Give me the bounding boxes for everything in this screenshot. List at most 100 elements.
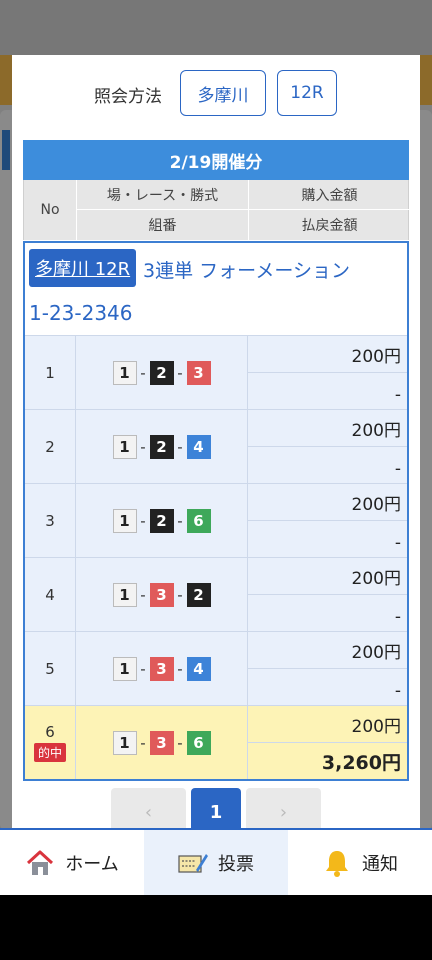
row-combination: 1- 2- 3	[76, 336, 248, 409]
row-no: 6 的中	[25, 706, 76, 779]
boat-number: 1	[112, 434, 137, 459]
payout-amount: -	[394, 385, 401, 405]
table-row: 2 1- 2- 4 200円 -	[25, 409, 407, 483]
dash: -	[140, 585, 146, 604]
prev-page-button[interactable]: ‹	[111, 788, 186, 828]
table-row: 5 1- 3- 4 200円 -	[25, 631, 407, 705]
dash: -	[140, 437, 146, 456]
payout-amount: -	[394, 681, 401, 701]
backdrop-accent	[2, 130, 10, 170]
purchase-amount: 200円	[248, 484, 407, 521]
dash: -	[177, 511, 183, 530]
venue-select-button[interactable]: 多摩川	[180, 70, 266, 116]
col-no-header: No	[24, 180, 77, 240]
row-no-value: 6	[45, 723, 55, 741]
page-1-button[interactable]: 1	[191, 788, 241, 828]
nav-home-label: ホーム	[65, 853, 119, 875]
pagination: ‹ 1 ›	[12, 788, 420, 828]
boat-number: 3	[186, 360, 211, 385]
dash: -	[140, 363, 146, 382]
boat-number: 6	[186, 730, 211, 755]
inquiry-modal: 照会方法 多摩川 12R 2/19開催分 No 場・レース・勝式 組番 購入金額…	[12, 55, 420, 828]
boat-number: 3	[149, 656, 174, 681]
boat-number: 4	[186, 434, 211, 459]
purchase-amount: 200円	[248, 706, 407, 743]
bell-icon	[326, 850, 348, 877]
boat-number: 4	[186, 656, 211, 681]
payout-amount: -	[394, 533, 401, 553]
row-combination: 1- 3- 2	[76, 558, 248, 631]
row-no: 1	[25, 336, 76, 409]
inquiry-method-label: 照会方法	[94, 87, 162, 107]
boat-number: 1	[112, 656, 137, 681]
boat-number: 2	[149, 360, 174, 385]
row-no: 5	[25, 632, 76, 705]
inquiry-method-row: 照会方法 多摩川 12R	[12, 70, 420, 118]
row-no: 2	[25, 410, 76, 483]
row-combination: 1- 3- 6	[76, 706, 248, 779]
bet-history-table: 2/19開催分 No 場・レース・勝式 組番 購入金額 払戻金額 多摩川 12R…	[23, 140, 410, 781]
boat-number: 2	[186, 582, 211, 607]
row-no-value: 5	[45, 659, 55, 678]
purchase-amount: 200円	[248, 410, 407, 447]
boat-number: 2	[149, 434, 174, 459]
table-row: 4 1- 3- 2 200円 -	[25, 557, 407, 631]
col-refund-header: 払戻金額	[301, 218, 358, 234]
purchase-amount: 200円	[248, 336, 407, 373]
purchase-amount: 200円	[248, 632, 407, 669]
column-header: No 場・レース・勝式 組番 購入金額 払戻金額	[23, 180, 410, 240]
dash: -	[140, 511, 146, 530]
home-icon	[27, 850, 54, 875]
dash: -	[140, 659, 146, 678]
dash: -	[177, 733, 183, 752]
table-row: 1 1- 2- 3 200円 -	[25, 335, 407, 409]
boat-number: 6	[186, 508, 211, 533]
col-venue-race-type-header: 場・レース・勝式	[77, 180, 249, 210]
payout-amount: -	[394, 459, 401, 479]
row-no-value: 4	[45, 585, 55, 604]
payout-amount: 3,260円	[321, 752, 401, 774]
row-no: 3	[25, 484, 76, 557]
table-row: 3 1- 2- 6 200円 -	[25, 483, 407, 557]
system-bar	[0, 895, 432, 960]
backdrop-top	[0, 0, 432, 55]
boat-number: 3	[149, 730, 174, 755]
col-combination-header: 組番	[77, 210, 249, 240]
col-purchase-header: 購入金額	[249, 180, 410, 210]
bet-type: 3連単 フォーメーション	[143, 260, 350, 282]
boat-number: 2	[149, 508, 174, 533]
bottom-nav: ホーム 投票 通知	[0, 828, 432, 895]
venue-race-link[interactable]: 多摩川 12R	[29, 249, 137, 287]
row-no-value: 3	[45, 511, 55, 530]
bet-title: 多摩川 12R 3連単 フォーメーション 1-23-2346	[25, 243, 407, 335]
nav-notify-label: 通知	[362, 853, 398, 875]
row-combination: 1- 3- 4	[76, 632, 248, 705]
dash: -	[177, 437, 183, 456]
boat-number: 1	[112, 508, 137, 533]
row-no-value: 2	[45, 437, 55, 456]
table-row-hit: 6 的中 1- 3- 6 200円 3,260円	[25, 705, 407, 779]
row-combination: 1- 2- 6	[76, 484, 248, 557]
boat-number: 1	[112, 582, 137, 607]
next-page-button[interactable]: ›	[246, 788, 321, 828]
row-no: 4	[25, 558, 76, 631]
nav-notify[interactable]: 通知	[288, 830, 432, 895]
ticket-pen-icon	[178, 853, 208, 873]
payout-amount: -	[394, 607, 401, 627]
dash: -	[177, 363, 183, 382]
hit-badge: 的中	[33, 743, 66, 762]
purchase-amount: 200円	[248, 558, 407, 595]
boat-number: 1	[112, 730, 137, 755]
dash: -	[177, 659, 183, 678]
race-select-button[interactable]: 12R	[277, 70, 337, 116]
nav-vote-label: 投票	[218, 853, 254, 875]
row-no-value: 1	[45, 363, 55, 382]
dash: -	[140, 733, 146, 752]
boat-number: 1	[112, 360, 137, 385]
bet-combination: 1-23-2346	[29, 301, 133, 325]
nav-home[interactable]: ホーム	[0, 830, 144, 895]
dash: -	[177, 585, 183, 604]
date-header: 2/19開催分	[23, 140, 409, 180]
row-combination: 1- 2- 4	[76, 410, 248, 483]
nav-vote[interactable]: 投票	[144, 830, 288, 895]
